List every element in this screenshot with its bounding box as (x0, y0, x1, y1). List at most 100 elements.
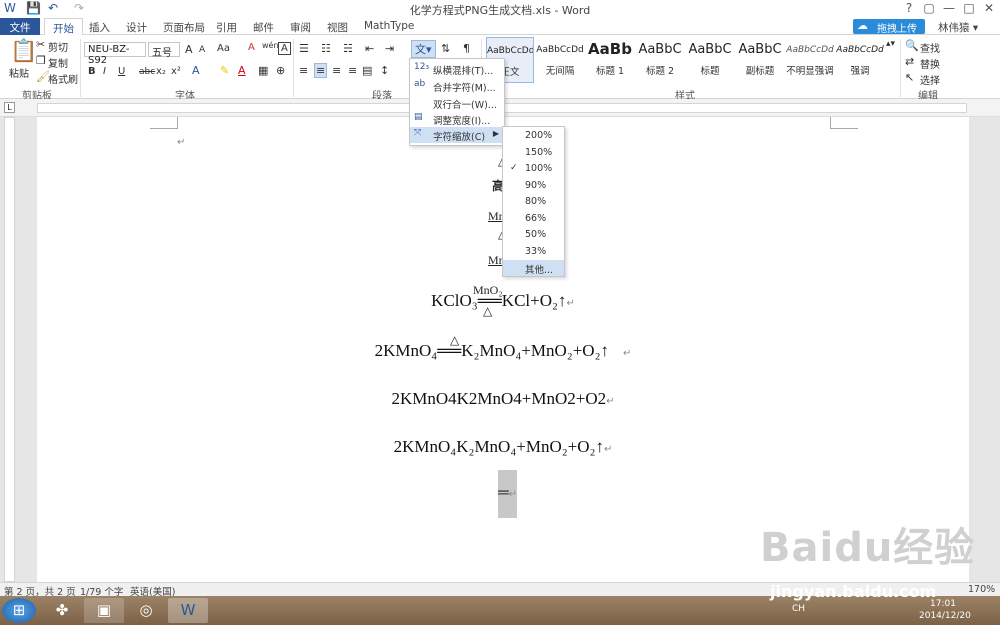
scale-option-more[interactable]: 其他... (503, 260, 564, 276)
line-spacing-icon[interactable]: ↕ (380, 64, 389, 77)
undo-icon[interactable]: ↶ (48, 1, 58, 15)
app-icon-browser[interactable]: ◎ (126, 598, 166, 623)
align-center-icon[interactable]: ≡ (314, 63, 328, 78)
scale-option[interactable]: 66% (503, 211, 564, 227)
style-heading-2[interactable]: AaBbC 标题 2 (636, 37, 684, 83)
equation-3[interactable]: 2KMnO4K2MnO4+MnO2+O2↵ (37, 389, 969, 409)
distributed-icon[interactable]: ▤ (362, 64, 372, 77)
find-button[interactable]: 查找 (920, 40, 940, 55)
italic-button[interactable]: I (103, 66, 106, 77)
scale-option[interactable]: 200% (503, 128, 564, 144)
styles-scroll-icon[interactable]: ▴▾ (886, 39, 895, 49)
tab-home[interactable]: 开始 (44, 18, 83, 36)
char-shading-icon[interactable]: ▦ (258, 64, 268, 77)
tab-references[interactable]: 引用 (216, 20, 237, 35)
bold-button[interactable]: B (88, 66, 96, 77)
subscript-button[interactable]: x₂ (156, 66, 166, 77)
menu-item-vertical-in-horizontal[interactable]: 12₃ 纵横混排(T)... (410, 61, 504, 77)
scale-option[interactable]: 90% (503, 178, 564, 194)
format-painter-button[interactable]: 格式刷 (48, 71, 78, 86)
app-icon-word[interactable]: W (168, 598, 208, 623)
user-account[interactable]: 林伟猿 ▾ (938, 20, 978, 35)
tab-review[interactable]: 审阅 (290, 20, 311, 35)
grow-font-button[interactable]: A (185, 43, 193, 56)
style-title[interactable]: AaBbC 标题 (686, 37, 734, 83)
minimize-button[interactable]: — (940, 1, 958, 15)
char-border-button[interactable]: A (278, 42, 291, 55)
start-button[interactable]: ⊞ (2, 598, 36, 623)
text-effects-icon[interactable]: A (192, 64, 200, 77)
tab-layout[interactable]: 页面布局 (163, 20, 205, 35)
paste-button[interactable]: 粘贴 (9, 65, 29, 80)
scale-option[interactable]: 80% (503, 194, 564, 210)
scale-option[interactable]: 50% (503, 227, 564, 243)
close-button[interactable]: ✕ (980, 1, 998, 15)
tab-mathtype[interactable]: MathType (364, 20, 414, 35)
shrink-font-button[interactable]: A (199, 45, 205, 55)
underline-button[interactable]: U (118, 66, 125, 77)
strikethrough-button[interactable]: abc (139, 67, 155, 77)
align-right-icon[interactable]: ≡ (332, 64, 341, 77)
tab-mailings[interactable]: 邮件 (253, 20, 274, 35)
copy-button[interactable]: 复制 (48, 55, 68, 70)
scale-option-checked[interactable]: ✓ 100% (503, 161, 564, 177)
style-name: 标题 2 (645, 66, 675, 77)
scale-option[interactable]: 33% (503, 244, 564, 260)
paste-icon[interactable]: 📋 (10, 39, 37, 64)
app-icon-pinwheel[interactable]: ✤ (42, 598, 82, 623)
help-button[interactable]: ? (900, 1, 918, 15)
bullets-icon[interactable]: ☰ (299, 42, 309, 55)
style-heading-1[interactable]: AaBb 标题 1 (586, 37, 634, 83)
select-button[interactable]: 选择 (920, 72, 940, 87)
clear-format-button[interactable]: A (248, 42, 255, 53)
numbering-icon[interactable]: ☷ (321, 42, 331, 55)
upload-button[interactable]: ☁ 拖拽上传 (853, 19, 925, 35)
asian-layout-icon[interactable]: 文▾ (411, 40, 436, 58)
highlight-icon[interactable]: ✎ (220, 64, 229, 77)
font-color-icon[interactable]: A (238, 64, 246, 77)
equation-2[interactable]: 2KMnO₄══K₂MnO₄+MnO₂+O₂↑ ↵ (37, 341, 969, 361)
change-case-button[interactable]: Aa (217, 43, 230, 54)
tab-view[interactable]: 视图 (327, 20, 348, 35)
font-size-box[interactable]: 五号 (148, 42, 180, 59)
style-subtitle[interactable]: AaBbC 副标题 (736, 37, 784, 83)
multilevel-list-icon[interactable]: ☵ (343, 42, 353, 55)
style-emphasis[interactable]: AaBbCcDd 强调 (836, 37, 884, 83)
menu-item-combine-chars[interactable]: ab 合并字符(M)... (410, 78, 504, 94)
enclose-char-icon[interactable]: ⊕ (276, 64, 285, 77)
scale-option[interactable]: 150% (503, 145, 564, 161)
selected-equals[interactable]: ═↵ (498, 470, 517, 518)
decrease-indent-icon[interactable]: ⇤ (365, 42, 374, 55)
phonetic-guide-button[interactable]: wén (262, 41, 279, 50)
justify-icon[interactable]: ≡ (348, 64, 357, 77)
equation-1[interactable]: KClO₃══KCl+O₂↑↵ (37, 291, 969, 311)
ime-indicator[interactable]: CH (792, 604, 805, 614)
menu-item-char-scale[interactable]: ⤧ 字符缩放(C) ▶ (410, 127, 504, 143)
font-name-box[interactable]: NEU-BZ-S92 (84, 42, 146, 66)
tab-file[interactable]: 文件 (0, 18, 40, 35)
increase-indent-icon[interactable]: ⇥ (385, 42, 394, 55)
replace-button[interactable]: 替换 (920, 56, 940, 71)
app-icon-photo[interactable]: ▣ (84, 598, 124, 623)
zoom-level[interactable]: 170% (968, 584, 995, 595)
style-no-spacing[interactable]: AaBbCcDd 无间隔 (536, 37, 584, 83)
sort-icon[interactable]: ⇅ (441, 42, 450, 55)
superscript-button[interactable]: x² (171, 66, 181, 77)
cut-button[interactable]: 剪切 (48, 39, 68, 54)
align-left-icon[interactable]: ≡ (299, 64, 308, 77)
tab-design[interactable]: 设计 (126, 20, 147, 35)
menu-item-fit-text[interactable]: ▤ 调整宽度(I)... (410, 111, 504, 127)
maximize-button[interactable]: □ (960, 1, 978, 15)
ribbon-display-button[interactable]: ▢ (920, 1, 938, 15)
show-marks-icon[interactable]: ¶ (463, 42, 470, 55)
save-icon[interactable]: 💾 (26, 1, 41, 15)
tab-selector[interactable]: L (4, 102, 15, 113)
tab-insert[interactable]: 插入 (89, 20, 110, 35)
title-bar: 化学方程式PNG生成文档.xls - Word W 💾 ↶ ↷ ? ▢ — □ … (0, 0, 1000, 18)
menu-item-two-lines-in-one[interactable]: 双行合一(W)... (410, 95, 504, 111)
clock-date[interactable]: 2014/12/20 (919, 611, 971, 621)
equation-4[interactable]: 2KMnO₄K₂MnO₄+MnO₂+O₂↑↵ (37, 437, 969, 457)
redo-icon[interactable]: ↷ (74, 1, 84, 15)
char-scale-icon: ⤧ (414, 128, 422, 138)
style-subtle-emphasis[interactable]: AaBbCcDd 不明显强调 (786, 37, 834, 83)
